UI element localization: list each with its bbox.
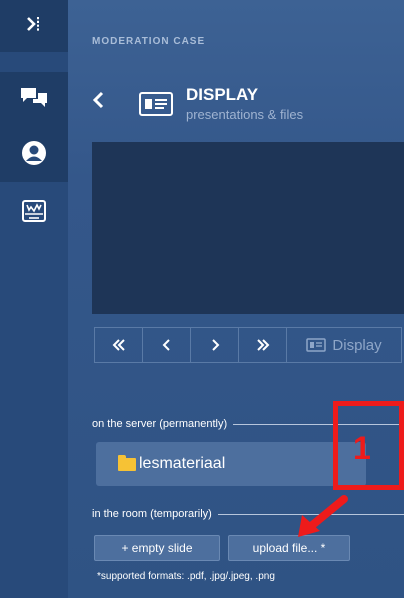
inbox-icon xyxy=(21,198,47,229)
annotation-arrow-icon xyxy=(298,495,348,537)
first-slide-button[interactable] xyxy=(95,328,143,362)
back-button[interactable] xyxy=(92,90,106,115)
chevron-left-icon xyxy=(162,339,170,351)
panel-title: MODERATION CASE xyxy=(92,36,206,47)
annotation-number: 1 xyxy=(353,430,371,466)
folder-label: lesmateriaal xyxy=(139,455,226,472)
chevron-right-icon xyxy=(211,339,219,351)
last-slide-icon xyxy=(256,339,269,351)
sidebar-item-profile[interactable] xyxy=(0,135,68,175)
empty-slide-button[interactable]: + empty slide xyxy=(94,535,220,561)
presentation-screen xyxy=(92,142,404,314)
sidebar-item-display[interactable] xyxy=(0,193,68,233)
display-subtitle: presentations & files xyxy=(186,107,304,122)
sidebar xyxy=(0,0,68,598)
display-button[interactable]: Display xyxy=(287,328,401,362)
display-icon xyxy=(139,92,173,121)
previous-slide-button[interactable] xyxy=(143,328,191,362)
next-slide-button[interactable] xyxy=(191,328,239,362)
folder-icon xyxy=(118,454,136,471)
sidebar-toggle-button[interactable] xyxy=(0,0,68,52)
display-title: DISPLAY xyxy=(186,85,259,104)
collapse-right-icon xyxy=(24,14,44,39)
server-section-label: on the server (permanently) xyxy=(92,418,228,430)
folder-item[interactable]: lesmateriaal xyxy=(96,442,366,486)
display-small-icon xyxy=(306,338,327,352)
slide-controls: Display xyxy=(94,327,402,363)
display-button-label: Display xyxy=(332,336,382,354)
first-slide-icon xyxy=(112,339,125,351)
chat-icon xyxy=(20,86,48,115)
display-panel: MODERATION CASE DISPLAY presentations & … xyxy=(68,0,404,598)
room-section-label: in the room (temporarily) xyxy=(92,508,212,520)
supported-formats-note: *supported formats: .pdf, .jpg/.jpeg, .p… xyxy=(97,571,275,582)
sidebar-item-chat[interactable] xyxy=(0,80,68,120)
user-icon xyxy=(21,140,47,171)
chevron-left-icon xyxy=(92,91,106,114)
room-section-header: in the room (temporarily) xyxy=(92,508,404,520)
last-slide-button[interactable] xyxy=(239,328,287,362)
